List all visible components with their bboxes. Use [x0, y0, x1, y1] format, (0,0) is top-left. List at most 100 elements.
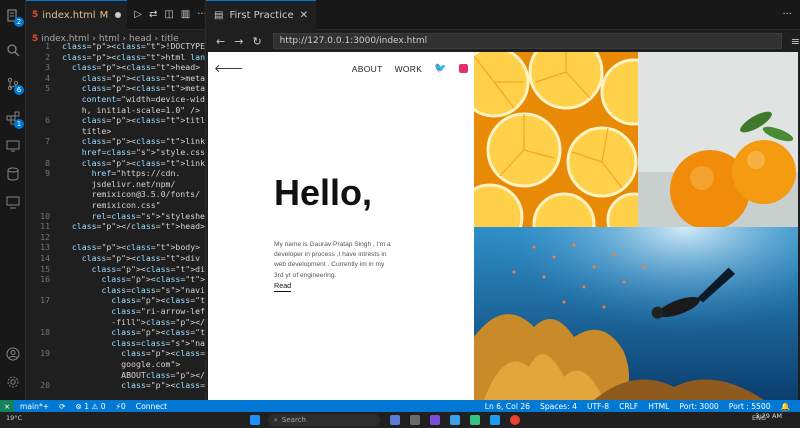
- clock[interactable]: 3:29 AM: [755, 413, 782, 420]
- bio-paragraph: My name is Gaurav Pratap Singh , I'm a d…: [274, 240, 404, 281]
- menu-icon[interactable]: ≡: [791, 35, 800, 48]
- split-editor-icon[interactable]: ▥: [181, 9, 190, 20]
- nav-about-link[interactable]: ABOUT: [352, 64, 383, 74]
- tab-filename: index.html: [42, 9, 96, 21]
- line-number: 17: [40, 295, 50, 306]
- problems-count[interactable]: ⊗ 1 ⚠ 0: [76, 402, 106, 411]
- remote-icon[interactable]: ⨯: [0, 400, 14, 412]
- chrome-icon[interactable]: [510, 415, 520, 425]
- explorer-icon[interactable]: 2: [0, 2, 26, 30]
- sync-icon[interactable]: ⟳: [59, 402, 65, 411]
- code-line: rel=class="s">"stylesheet" />: [91, 210, 205, 221]
- browser-tabs: ▤ First Practice ✕ ···: [206, 0, 800, 30]
- compare-icon[interactable]: ⇄: [149, 9, 157, 20]
- line-number: 9: [45, 168, 50, 179]
- code-line: jsdelivr.net/npm/: [62, 178, 176, 189]
- twitter-icon[interactable]: 🐦: [434, 63, 447, 74]
- more-actions-icon[interactable]: ···: [197, 9, 205, 20]
- tab-first-practice[interactable]: ▤ First Practice ✕: [206, 0, 317, 30]
- hero-heading: Hello,: [274, 172, 373, 213]
- line-number: 5: [45, 83, 50, 94]
- database-icon[interactable]: [0, 160, 26, 188]
- settings-gear-icon[interactable]: [0, 368, 26, 396]
- code-line: -fill">class="p"></class="t">i>: [62, 316, 205, 327]
- line-number: 13: [40, 242, 50, 253]
- line-number: 4: [45, 72, 50, 83]
- language-mode[interactable]: HTML: [648, 402, 669, 411]
- instagram-icon[interactable]: [459, 64, 468, 73]
- unsaved-dot-icon[interactable]: [115, 12, 122, 18]
- line-number: 11: [40, 221, 50, 232]
- connect-button[interactable]: Connect: [136, 402, 167, 411]
- app-window: 2 6 1 5 index.html M ▷ ⇄ ◫ ▥ ··· 5 index…: [0, 0, 800, 428]
- browser-tab-title: First Practice: [229, 9, 294, 21]
- tab-index-html[interactable]: 5 index.html M: [26, 0, 128, 30]
- extensions-icon[interactable]: 1: [0, 104, 26, 132]
- url-input[interactable]: http://127.0.0.1:3000/index.html: [272, 33, 782, 49]
- windows-start-icon[interactable]: [250, 415, 260, 425]
- indentation[interactable]: Spaces: 4: [540, 402, 577, 411]
- navigation: ABOUT WORK 🐦: [352, 63, 468, 74]
- explorer-badge: 2: [14, 17, 24, 27]
- line-number: 3: [45, 62, 50, 73]
- line-number: 18: [40, 327, 50, 338]
- code-line: class=class="s">"navright">: [111, 337, 205, 348]
- browser-toolbar: ← → ↻ http://127.0.0.1:3000/index.html ≡: [206, 30, 800, 52]
- code-line: class="p"><class="t">nav: [101, 274, 205, 285]
- source-control-icon[interactable]: 6: [0, 70, 26, 98]
- left-box: 🡐 ABOUT WORK 🐦 Hello, My name is Gaurav …: [208, 52, 474, 400]
- live-preview-icon[interactable]: [0, 188, 26, 216]
- app-icon[interactable]: [430, 415, 440, 425]
- arrow-left-icon[interactable]: 🡐: [214, 61, 244, 75]
- remote-explorer-icon[interactable]: [0, 132, 26, 160]
- port-3000[interactable]: Port: 3000: [679, 402, 718, 411]
- close-icon[interactable]: ✕: [300, 10, 308, 21]
- search-icon[interactable]: [0, 36, 26, 64]
- cursor-position[interactable]: Ln 6, Col 26: [485, 402, 530, 411]
- ports-count[interactable]: ⚡0: [116, 402, 126, 411]
- git-branch[interactable]: main*+: [20, 402, 49, 411]
- html5-file-icon: 5: [32, 10, 39, 20]
- account-icon[interactable]: [0, 340, 26, 368]
- code-line: google.com">: [62, 359, 181, 369]
- reload-icon[interactable]: ↻: [252, 35, 261, 48]
- bio-line: developer in process ,I have intrests in: [274, 251, 387, 259]
- code-line: class="p"><class="t">div class=class="s"…: [91, 263, 205, 274]
- code-line: class="p"><class="t">div id=class="s">"m…: [81, 253, 205, 263]
- code-line: class=class="s">"navigation">: [101, 284, 205, 295]
- run-icon[interactable]: ▷: [134, 9, 142, 20]
- line-number: 20: [40, 380, 50, 391]
- editor-tabs: 5 index.html M ▷ ⇄ ◫ ▥ ···: [26, 0, 205, 30]
- port-5500[interactable]: Port : 5500: [729, 402, 771, 411]
- notifications-bell-icon[interactable]: 🔔: [781, 402, 790, 411]
- back-arrow-icon[interactable]: ←: [216, 35, 225, 48]
- forward-arrow-icon[interactable]: →: [234, 35, 243, 48]
- app-icon[interactable]: [390, 415, 400, 425]
- code-line: class="ri-arrow-left: [111, 306, 206, 316]
- open-preview-icon[interactable]: ◫: [164, 9, 173, 20]
- app-icon[interactable]: [450, 415, 460, 425]
- line-number: 1: [45, 41, 50, 51]
- editor-group: 5 index.html M ▷ ⇄ ◫ ▥ ··· 5 index.html …: [26, 0, 206, 400]
- encoding[interactable]: UTF-8: [587, 402, 609, 411]
- line-number: 14: [40, 253, 50, 263]
- line-number: 15: [40, 263, 50, 274]
- code-line: class="p"><class="t">a href="www.: [121, 348, 205, 359]
- nav-work-link[interactable]: WORK: [395, 64, 423, 74]
- line-ending[interactable]: CRLF: [619, 402, 638, 411]
- read-link[interactable]: Read: [274, 281, 292, 292]
- bio-line: My name is Gaurav Pratap Singh , I'm a: [274, 241, 391, 248]
- app-icon[interactable]: [470, 415, 480, 425]
- code-line: title>: [62, 125, 112, 136]
- line-number: 8: [45, 157, 50, 168]
- code-line: content="width=device-widt: [81, 94, 206, 104]
- code-editor[interactable]: 1 class="p"><class="t">!DOCTYPE html> 2 cla…: [26, 40, 206, 400]
- status-bar: ⨯ main*+ ⟳ ⊗ 1 ⚠ 0 ⚡0 Connect Ln 6, Col …: [0, 400, 800, 412]
- code-line: class="p"><class="t">!DOCTYPE html>: [62, 41, 205, 51]
- code-line: class="p"><class="t">i: [111, 295, 205, 306]
- app-icon[interactable]: [410, 415, 420, 425]
- weather-widget[interactable]: 19°C: [6, 414, 22, 422]
- vscode-icon[interactable]: [490, 415, 500, 425]
- more-actions-icon[interactable]: ···: [782, 9, 792, 20]
- taskbar-search[interactable]: ⌕ Search: [268, 414, 380, 426]
